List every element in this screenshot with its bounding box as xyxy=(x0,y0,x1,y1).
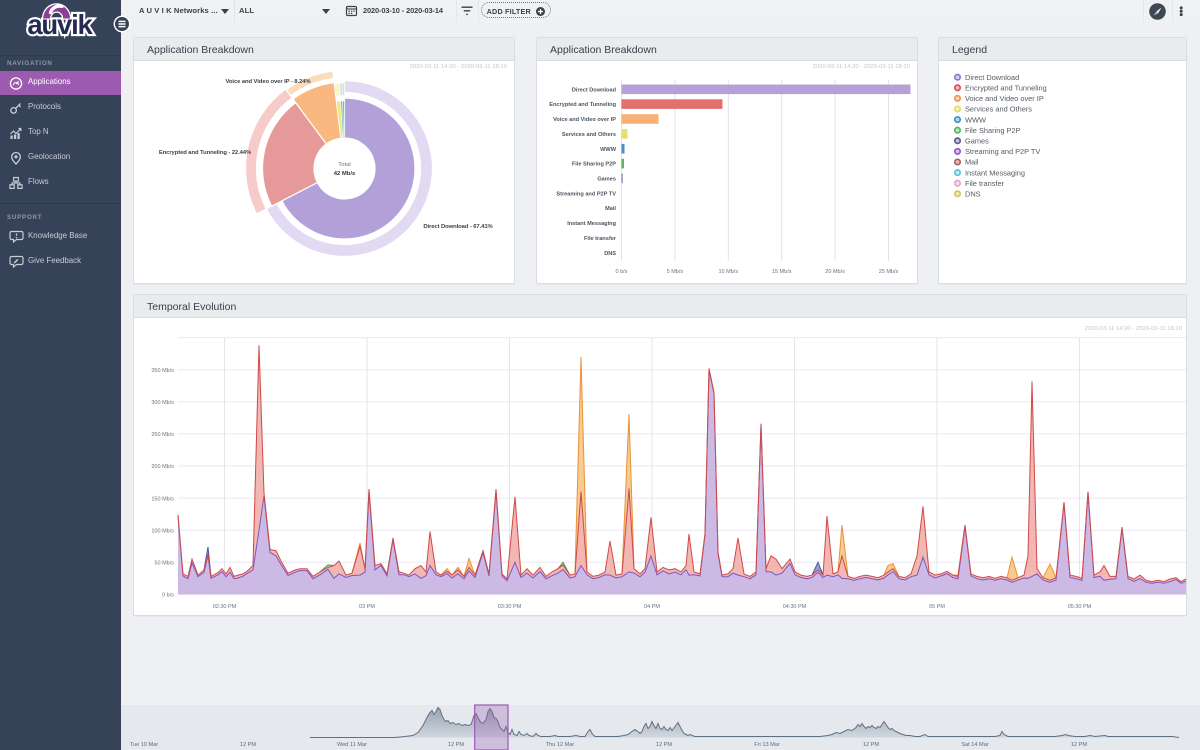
svg-text:0 b/s: 0 b/s xyxy=(616,269,628,275)
svg-text:File Sharing P2P: File Sharing P2P xyxy=(965,126,1021,135)
svg-text:Direct Download - 67.41%: Direct Download - 67.41% xyxy=(423,224,493,230)
svg-text:Thu 12 Mar: Thu 12 Mar xyxy=(546,742,575,748)
svg-text:200 Mb/s: 200 Mb/s xyxy=(151,464,174,470)
svg-text:File transfer: File transfer xyxy=(965,179,1005,188)
svg-text:Instant Messaging: Instant Messaging xyxy=(965,168,1025,177)
svg-text:Games: Games xyxy=(597,177,616,183)
svg-text:Fri 13 Mar: Fri 13 Mar xyxy=(754,742,780,748)
svg-text:File transfer: File transfer xyxy=(584,236,617,242)
svg-text:04:30 PM: 04:30 PM xyxy=(783,604,807,610)
svg-text:Games: Games xyxy=(965,137,989,146)
svg-text:250 Mb/s: 250 Mb/s xyxy=(151,432,174,438)
svg-text:150 Mb/s: 150 Mb/s xyxy=(151,496,174,502)
svg-text:42 Mb/s: 42 Mb/s xyxy=(334,171,356,177)
svg-text:02:30 PM: 02:30 PM xyxy=(213,604,237,610)
svg-text:Direct Download: Direct Download xyxy=(572,87,617,93)
svg-text:0 b/s: 0 b/s xyxy=(162,593,174,599)
svg-text:50 Mb/s: 50 Mb/s xyxy=(154,561,174,567)
svg-text:Sat 14 Mar: Sat 14 Mar xyxy=(961,742,988,748)
svg-text:auvik: auvik xyxy=(27,9,93,40)
svg-text:350 Mb/s: 350 Mb/s xyxy=(151,368,174,374)
svg-text:Voice and Video over IP - 8.24: Voice and Video over IP - 8.24% xyxy=(226,79,312,85)
svg-text:20 Mb/s: 20 Mb/s xyxy=(825,269,845,275)
svg-text:Direct Download: Direct Download xyxy=(965,73,1019,82)
svg-text:DNS: DNS xyxy=(965,190,981,199)
svg-text:03:30 PM: 03:30 PM xyxy=(498,604,522,610)
svg-text:Encrypted and Tunneling - 22.4: Encrypted and Tunneling - 22.44% xyxy=(159,150,252,156)
svg-text:5 Mb/s: 5 Mb/s xyxy=(667,269,684,275)
svg-text:Tue 10 Mar: Tue 10 Mar xyxy=(130,742,159,748)
svg-text:Total: Total xyxy=(338,162,350,168)
svg-text:Mail: Mail xyxy=(605,206,616,212)
svg-text:Wed 11 Mar: Wed 11 Mar xyxy=(337,742,367,748)
svg-text:03 PM: 03 PM xyxy=(359,604,375,610)
svg-text:Services and Others: Services and Others xyxy=(562,132,616,138)
svg-text:Instant Messaging: Instant Messaging xyxy=(567,221,616,227)
svg-text:05:30 PM: 05:30 PM xyxy=(1068,604,1092,610)
svg-text:File Sharing P2P: File Sharing P2P xyxy=(572,162,616,168)
svg-text:05 PM: 05 PM xyxy=(929,604,945,610)
svg-text:Services and Others: Services and Others xyxy=(965,105,1032,114)
svg-text:DNS: DNS xyxy=(604,251,616,257)
svg-text:12 PM: 12 PM xyxy=(448,742,465,748)
svg-text:04 PM: 04 PM xyxy=(644,604,660,610)
svg-text:WWW: WWW xyxy=(965,115,986,124)
svg-text:12 PM: 12 PM xyxy=(863,742,880,748)
svg-text:Encrypted and Tunneling: Encrypted and Tunneling xyxy=(965,84,1047,93)
svg-text:25 Mb/s: 25 Mb/s xyxy=(879,269,899,275)
svg-text:WWW: WWW xyxy=(600,147,617,153)
svg-text:15 Mb/s: 15 Mb/s xyxy=(772,269,792,275)
svg-text:Encrypted and Tunneling: Encrypted and Tunneling xyxy=(549,102,616,108)
svg-text:12 PM: 12 PM xyxy=(1071,742,1088,748)
svg-text:100 Mb/s: 100 Mb/s xyxy=(151,528,174,534)
svg-text:12 PM: 12 PM xyxy=(240,742,257,748)
svg-text:Voice and Video over IP: Voice and Video over IP xyxy=(553,117,616,123)
svg-text:10 Mb/s: 10 Mb/s xyxy=(719,269,739,275)
svg-text:300 Mb/s: 300 Mb/s xyxy=(151,400,174,406)
svg-text:Streaming and P2P TV: Streaming and P2P TV xyxy=(556,191,616,197)
svg-text:12 PM: 12 PM xyxy=(656,742,673,748)
svg-text:Mail: Mail xyxy=(965,158,979,167)
svg-text:Streaming and P2P TV: Streaming and P2P TV xyxy=(965,147,1040,156)
svg-text:Voice and Video over IP: Voice and Video over IP xyxy=(965,94,1044,103)
